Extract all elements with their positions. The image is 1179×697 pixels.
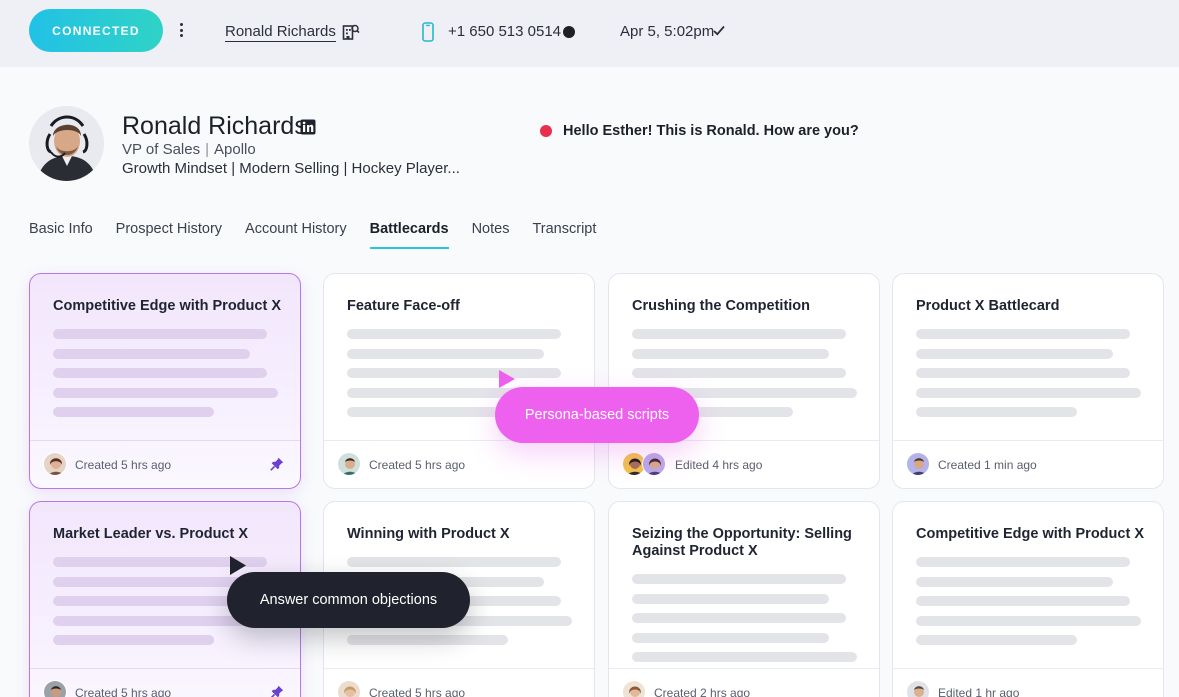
live-transcript-message: Hello Esther! This is Ronald. How are yo… (563, 123, 859, 139)
author-avatar (43, 452, 67, 476)
check-icon (713, 25, 725, 36)
tab-transcript[interactable]: Transcript (532, 221, 596, 238)
objections-tooltip: Answer common objections (227, 572, 470, 628)
pin-icon[interactable] (270, 685, 284, 697)
battlecard-title: Market Leader vs. Product X (53, 526, 249, 542)
battlecard[interactable]: Seizing the Opportunity: Selling Against… (608, 501, 880, 697)
battlecard-footer: Created 1 min ago (893, 440, 1163, 488)
battlecard-timestamp: Created 5 hrs ago (369, 686, 466, 697)
tab-prospect-history[interactable]: Prospect History (116, 221, 222, 238)
profile-tabs: Basic Info Prospect History Account Hist… (29, 221, 619, 249)
recording-indicator (563, 26, 575, 38)
battlecard[interactable]: Crushing the Competition Edited 4 hrs ag… (608, 273, 880, 489)
pin-icon[interactable] (270, 457, 284, 471)
author-avatar (43, 680, 67, 697)
battlecard-timestamp: Edited 1 hr ago (938, 686, 1020, 697)
battlecard-title: Product X Battlecard (916, 298, 1060, 314)
persona-scripts-tooltip: Persona-based scripts (495, 387, 699, 443)
battlecard-timestamp: Created 5 hrs ago (75, 686, 172, 697)
call-status-bar: CONNECTED Ronald Richards +1 650 513 051… (0, 0, 1179, 67)
battlecard-footer: Created 5 hrs ago (324, 668, 594, 697)
battlecard-timestamp: Created 1 min ago (938, 458, 1037, 472)
linkedin-icon[interactable] (300, 119, 316, 135)
battlecard-footer: Edited 4 hrs ago (609, 440, 879, 488)
battlecard-title: Feature Face-off (347, 298, 460, 314)
connection-status-badge[interactable]: CONNECTED (29, 9, 163, 52)
company-search-icon[interactable] (342, 23, 360, 41)
content-placeholder (916, 329, 1142, 427)
battlecard-title: Winning with Product X (347, 526, 510, 542)
battlecard-timestamp: Created 2 hrs ago (654, 686, 751, 697)
contact-name-link[interactable]: Ronald Richards (225, 23, 336, 42)
battlecard-timestamp: Created 5 hrs ago (369, 458, 466, 472)
battlecard-title: Competitive Edge with Product X (53, 298, 281, 314)
mobile-phone-icon (422, 22, 434, 42)
tab-notes[interactable]: Notes (472, 221, 510, 238)
tab-account-history[interactable]: Account History (245, 221, 347, 238)
battlecard-title: Competitive Edge with Product X (916, 526, 1144, 542)
battlecard[interactable]: Competitive Edge with Product X Created … (29, 273, 301, 489)
contact-avatar (29, 106, 104, 181)
battlecard-title: Seizing the Opportunity: Selling Against… (632, 526, 852, 559)
contact-title: VP of Sales | Apollo (122, 141, 256, 158)
pink-cursor-icon (499, 370, 515, 388)
battlecard-footer: Created 5 hrs ago (324, 440, 594, 488)
battlecard-title: Crushing the Competition (632, 298, 811, 314)
phone-number: +1 650 513 0514 (448, 23, 562, 40)
battlecard-footer: Edited 1 hr ago (893, 668, 1163, 697)
contact-tags: Growth Mindset | Modern Selling | Hockey… (122, 160, 460, 177)
battlecard-timestamp: Edited 4 hrs ago (675, 458, 763, 472)
content-placeholder (916, 557, 1142, 655)
battlecard-timestamp: Created 5 hrs ago (75, 458, 172, 472)
author-avatar (906, 452, 930, 476)
content-placeholder (632, 574, 858, 672)
contact-name-heading: Ronald Richards (122, 112, 307, 140)
author-avatar (906, 680, 930, 697)
battlecard-footer: Created 5 hrs ago (30, 668, 300, 697)
call-timestamp: Apr 5, 5:02pm (620, 23, 715, 40)
battlecard-footer: Created 5 hrs ago (30, 440, 300, 488)
battlecard[interactable]: Feature Face-off Created 5 hrs ago (323, 273, 595, 489)
author-avatar (337, 680, 361, 697)
collaborator-avatar (642, 452, 666, 476)
tab-basic-info[interactable]: Basic Info (29, 221, 93, 238)
tab-battlecards[interactable]: Battlecards (369, 221, 449, 249)
live-indicator (540, 125, 552, 137)
author-avatar (622, 680, 646, 697)
contact-role: VP of Sales (122, 141, 201, 158)
author-avatar (337, 452, 361, 476)
battlecard[interactable]: Competitive Edge with Product X Edited 1… (892, 501, 1164, 697)
battlecard[interactable]: Product X Battlecard Created 1 min ago (892, 273, 1164, 489)
content-placeholder (53, 329, 279, 427)
battlecard-footer: Created 2 hrs ago (609, 668, 879, 697)
more-options-icon[interactable] (178, 21, 184, 39)
contact-company: Apollo (214, 141, 256, 158)
